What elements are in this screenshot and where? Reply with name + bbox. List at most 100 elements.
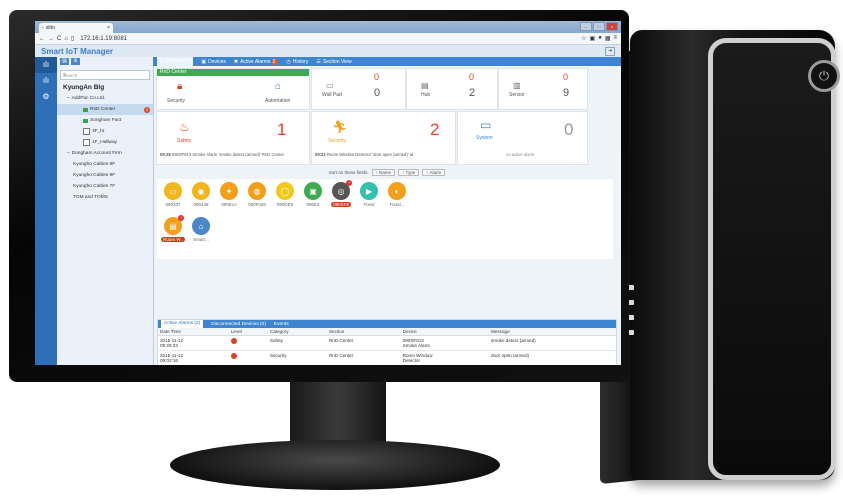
tree-root[interactable]: KyungAn Blg: [57, 82, 153, 93]
tab-devices[interactable]: ▣ Devices: [201, 59, 226, 65]
tab-section-view[interactable]: ☰ Section View: [316, 59, 351, 65]
room-icon: [83, 139, 90, 146]
tree-tab-list-icon[interactable]: ▤: [60, 58, 69, 65]
device-tile[interactable]: ⌂ Smart...: [189, 217, 213, 242]
rail-dashboard-icon[interactable]: ılı: [35, 57, 57, 73]
table-row[interactable]: 2015-11-12 09:28:33 Safety RnD Center 090…: [158, 335, 616, 351]
section-view-icon: ☰: [316, 58, 321, 65]
device-tile[interactable]: ◉ 090438: [189, 182, 213, 207]
sort-name-button[interactable]: ↑ Name: [371, 169, 396, 176]
left-rail: ılı ılı ⚙: [35, 57, 57, 365]
app-title: Smart IoT Manager: [41, 46, 114, 56]
table-row[interactable]: 2015-11-12 09:02:16 Security RnD Center R…: [158, 350, 616, 365]
page-info-icon[interactable]: ▯: [71, 35, 74, 42]
device-tile-alarm[interactable]: ◎ ! 090SF8: [329, 180, 353, 207]
security-status-card[interactable]: 🏃︎ Security 2 09:22 Room Window Detector…: [311, 111, 456, 165]
column-header[interactable]: Message: [488, 328, 616, 336]
sort-type-button[interactable]: ↑ Type: [398, 169, 420, 176]
device-label: Fixed: [363, 202, 375, 207]
tree-node-tom[interactable]: TOM and TOMS: [57, 192, 153, 203]
category-cell: Security: [267, 350, 327, 365]
tree-node-3f-hr[interactable]: 3F_hr: [57, 126, 153, 137]
close-window-button[interactable]: ×: [606, 22, 618, 31]
time: 09:28:33: [160, 343, 178, 348]
tree-node-rnd-center[interactable]: RnD Center 2: [57, 104, 153, 115]
device-tile[interactable]: ▶ Fixed: [357, 182, 381, 207]
tree-tab-chart-icon[interactable]: ılı: [71, 58, 80, 65]
maximize-button[interactable]: □: [593, 22, 605, 31]
rail-settings-icon[interactable]: ⚙: [35, 89, 57, 105]
logout-icon[interactable]: ⇥: [605, 46, 615, 56]
automation-mode-label[interactable]: Automation: [265, 98, 290, 104]
column-header[interactable]: Device: [400, 328, 489, 336]
device-tile[interactable]: ◍ 090F028: [245, 182, 269, 207]
tree-node-label: Dongham Account Firm: [71, 151, 122, 156]
column-header[interactable]: Category: [267, 328, 327, 336]
tree-node-kyungho-7f[interactable]: Kyungho Cables 7F: [57, 181, 153, 192]
dashboard-icon: ılı: [160, 58, 164, 64]
device-icon: ▭: [164, 182, 182, 200]
extension-icon[interactable]: ▣: [590, 35, 596, 42]
tree-node-addpac[interactable]: – AddPac Co.Ltd.: [57, 93, 153, 104]
safety-status-card[interactable]: ♨ Safety 1 09:28 090SF813 Smoke Alarm 's…: [156, 111, 310, 165]
tab-label: Active Alarms: [240, 58, 271, 65]
reload-icon[interactable]: C: [57, 36, 61, 42]
safety-count: 1: [277, 120, 287, 139]
column-header[interactable]: Section: [326, 328, 401, 336]
device-tile[interactable]: ✦ 090Eco: [217, 182, 241, 207]
device-tile[interactable]: ◯ 090DE9: [273, 182, 297, 207]
bookmark-icon[interactable]: ▦: [605, 35, 611, 42]
home-icon[interactable]: ⌂: [64, 36, 68, 42]
close-tab-icon[interactable]: ×: [107, 25, 110, 31]
security-last-alarm: 09:22 Room Window Detector 'door open (a…: [315, 152, 413, 157]
rail-chart-icon[interactable]: ılı: [35, 73, 57, 89]
tree-node-kyungho-9f[interactable]: Kyungho Cables 9F: [57, 170, 153, 181]
level-cell: [228, 335, 268, 351]
hub-alarm-count: 0: [469, 72, 475, 82]
date-cell: 2015-11-12 09:28:33: [158, 335, 229, 351]
system-message: no active alarm: [506, 152, 535, 157]
device-tile-alarm[interactable]: ▤ ! Room W..: [161, 215, 185, 242]
tab-events[interactable]: Events: [274, 322, 289, 327]
tab-label: Section View: [322, 58, 352, 65]
rnd-center-header: RnD Center: [157, 69, 309, 76]
tree-node-kyungho-8f[interactable]: Kyungho Cables 8F: [57, 159, 153, 170]
alarm-level-icon: [230, 353, 237, 359]
tab-dashboard[interactable]: ılı Dashboard: [157, 57, 194, 66]
tab-active-alarms-list[interactable]: Active Alarms (2): [161, 320, 204, 328]
tree-node-dongham[interactable]: – Dongham Account Firm: [57, 148, 153, 159]
forward-icon[interactable]: →: [48, 36, 54, 42]
url-field[interactable]: 172.16.1.19:8081: [77, 36, 130, 42]
star-icon[interactable]: ☆: [581, 35, 586, 42]
browser-tab[interactable]: ▫ sitto ×: [39, 23, 113, 33]
minimize-button[interactable]: –: [580, 22, 592, 31]
tab-active-alarms[interactable]: ✱ Active Alarms 2: [234, 58, 279, 65]
device-tile[interactable]: ▣ 090E2: [301, 182, 325, 207]
wall-pad-icon: ▭: [326, 81, 334, 90]
tab-disconnected-devices[interactable]: Disconnected Devices (0): [211, 322, 266, 327]
search-icon[interactable]: ⚲: [63, 72, 66, 78]
main-panel: ılı Dashboard ▣ Devices ✱ Active Alarms 2 ◷ H…: [153, 57, 621, 365]
record-icon[interactable]: ●: [598, 35, 602, 42]
back-icon[interactable]: ←: [39, 36, 45, 42]
tree-search[interactable]: Search ⚲: [60, 70, 150, 80]
tree-node-songham[interactable]: Songham Fact: [57, 115, 153, 126]
device-label: Smart...: [193, 237, 209, 242]
tree-node-1f-hallway[interactable]: 1F_Hallway: [57, 137, 153, 148]
device-tile[interactable]: ◐ Fixed...: [385, 182, 409, 207]
device-icon: ◉: [192, 182, 210, 200]
sort-alarm-button[interactable]: ↑ Alarm: [422, 169, 446, 176]
tab-history[interactable]: ◷ History: [286, 59, 308, 65]
device-tile[interactable]: ▭ 090337: [161, 182, 185, 207]
system-status-card[interactable]: ▭ System 0 no active alarm: [457, 111, 588, 165]
column-header[interactable]: Level: [228, 328, 268, 336]
column-header[interactable]: Date Time: [158, 328, 229, 336]
device-grid: ▭ 090337 ◉ 090438 ✦ 090Eco ◍ 090F028 ◯ 0…: [157, 179, 613, 259]
sort-label: Sort on these fields:: [328, 170, 369, 175]
tree-node-label: Kyungho Cables 9F: [73, 173, 116, 178]
menu-icon[interactable]: ≡: [613, 35, 617, 42]
safety-time: 09:28: [160, 152, 171, 157]
device-icon: ⌂: [192, 217, 210, 235]
security-mode-label[interactable]: Security: [167, 98, 185, 104]
rnd-center-card: RnD Center 🔒︎ Security ⌂ Automation: [156, 68, 310, 110]
